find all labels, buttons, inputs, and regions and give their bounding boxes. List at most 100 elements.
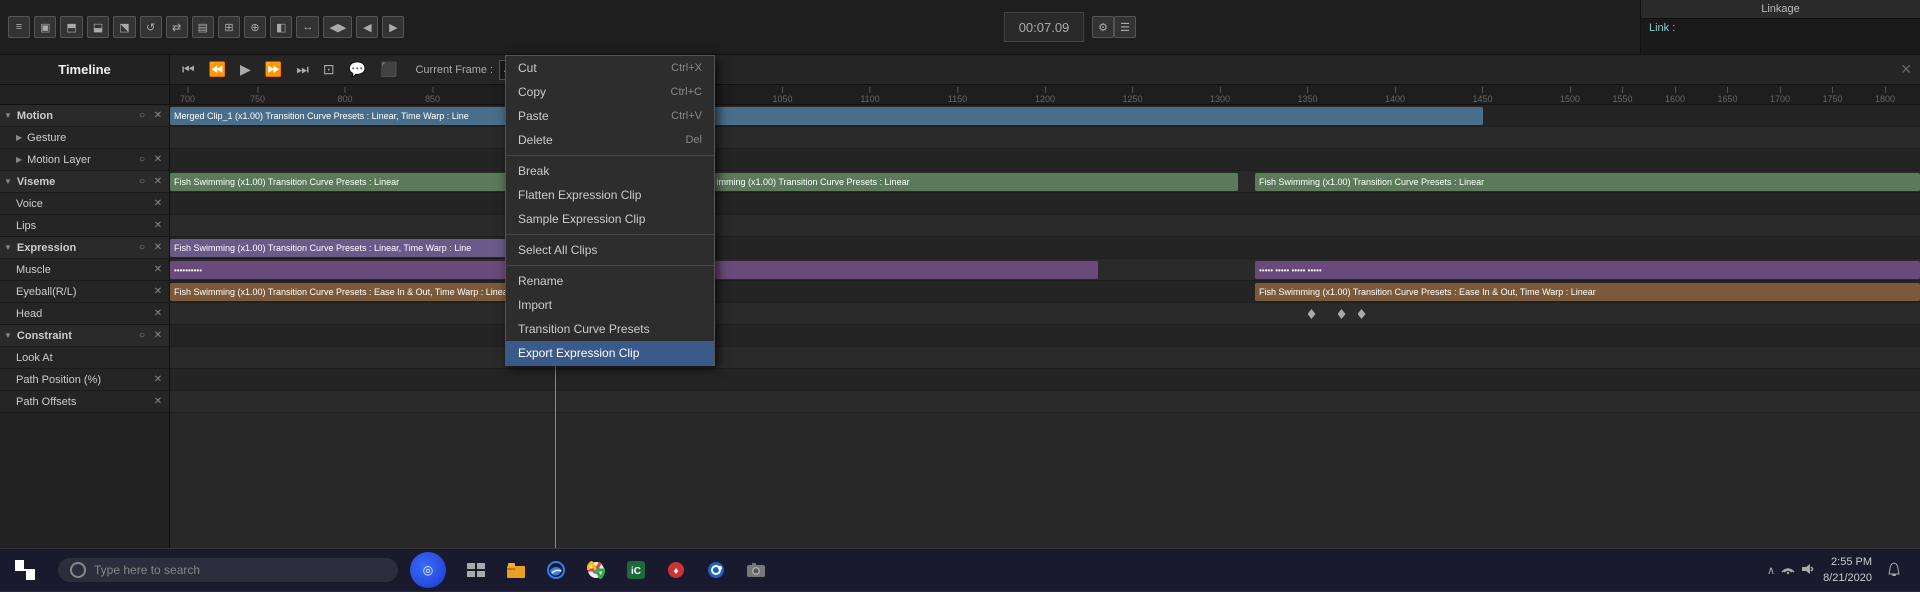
expand-tray-btn[interactable]: ∧ bbox=[1767, 564, 1775, 577]
track-timeline-look-at[interactable] bbox=[170, 347, 1920, 369]
motion-del-btn[interactable]: ✕ bbox=[151, 109, 165, 123]
constraint-del-btn[interactable]: ✕ bbox=[151, 329, 165, 343]
notes-btn[interactable]: ☰ bbox=[1114, 16, 1136, 38]
toolbar-btn-lines[interactable]: ▤ bbox=[192, 16, 214, 38]
voice-del-btn[interactable]: ✕ bbox=[151, 197, 165, 211]
ctx-flatten[interactable]: Flatten Expression Clip bbox=[506, 183, 714, 207]
track-timeline-constraint[interactable] bbox=[170, 325, 1920, 347]
ctx-rename[interactable]: Rename bbox=[506, 269, 714, 293]
ctx-paste[interactable]: Paste Ctrl+V bbox=[506, 104, 714, 128]
track-timeline-voice[interactable] bbox=[170, 193, 1920, 215]
notification-button[interactable] bbox=[1880, 556, 1908, 584]
play-btn[interactable]: ▶ bbox=[236, 59, 255, 80]
ruler-mark-1400: 1400 bbox=[1385, 87, 1405, 104]
speech-btn[interactable]: 💬 bbox=[345, 59, 370, 80]
toolbar-btn-panel[interactable]: ◧ bbox=[270, 16, 292, 38]
toolbar-btn-grid[interactable]: ▣ bbox=[34, 16, 56, 38]
play-start-btn[interactable]: ⏮ bbox=[178, 59, 199, 80]
toolbar-btn-3[interactable]: ⬒ bbox=[60, 16, 82, 38]
toolbar-btn-5[interactable]: ⬔ bbox=[113, 16, 135, 38]
taskbar-app-blender[interactable] bbox=[698, 552, 734, 588]
ctx-select-all[interactable]: Select All Clips bbox=[506, 238, 714, 262]
expand-expression-arrow[interactable]: ▼ bbox=[4, 243, 12, 252]
track-timeline-viseme[interactable]: Fish Swimming (x1.00) Transition Curve P… bbox=[170, 171, 1920, 193]
toolbar-btn-undo[interactable]: ↺ bbox=[140, 16, 162, 38]
taskbar-app-extra[interactable]: ♦ bbox=[658, 552, 694, 588]
taskbar-search[interactable]: Type here to search bbox=[58, 558, 398, 582]
viseme-del-btn[interactable]: ✕ bbox=[151, 175, 165, 189]
ctx-copy[interactable]: Copy Ctrl+C bbox=[506, 80, 714, 104]
track-timeline-motion-layer[interactable] bbox=[170, 149, 1920, 171]
loop-btn[interactable]: ⊡ bbox=[319, 59, 339, 80]
lips-del-btn[interactable]: ✕ bbox=[151, 219, 165, 233]
ctx-transition[interactable]: Transition Curve Presets bbox=[506, 317, 714, 341]
expand-viseme-arrow[interactable]: ▼ bbox=[4, 177, 12, 186]
motion-vis-btn[interactable]: ○ bbox=[135, 109, 149, 123]
track-timeline-path-offsets[interactable] bbox=[170, 391, 1920, 413]
track-timeline-expression[interactable]: Fish Swimming (x1.00) Transition Curve P… bbox=[170, 237, 1920, 259]
expand-gesture-arrow[interactable]: ▶ bbox=[16, 133, 22, 142]
taskbar-app-chrome[interactable] bbox=[578, 552, 614, 588]
toolbar-btn-list[interactable]: ≡ bbox=[8, 16, 30, 38]
taskbar-app-edge[interactable] bbox=[538, 552, 574, 588]
motion-layer-vis-btn[interactable]: ○ bbox=[135, 153, 149, 167]
ctx-sample[interactable]: Sample Expression Clip bbox=[506, 207, 714, 231]
track-timeline-eyeball[interactable]: Fish Swimming (x1.00) Transition Curve P… bbox=[170, 281, 1920, 303]
taskbar-clock[interactable]: 2:55 PM 8/21/2020 bbox=[1823, 554, 1872, 587]
cortana-button[interactable]: ◎ bbox=[410, 552, 446, 588]
viseme-clip-3[interactable]: Fish Swimming (x1.00) Transition Curve P… bbox=[1255, 173, 1920, 191]
track-timeline-lips[interactable] bbox=[170, 215, 1920, 237]
motion-layer-del-btn[interactable]: ✕ bbox=[151, 153, 165, 167]
muscle-del-btn[interactable]: ✕ bbox=[151, 263, 165, 277]
taskbar-app-camera[interactable] bbox=[738, 552, 774, 588]
track-timeline-muscle[interactable]: •••••••••• ••••• ••••• ••••• ••••• •••••… bbox=[170, 259, 1920, 281]
muscle-clip-1[interactable]: •••••••••• bbox=[170, 261, 555, 279]
constraint-vis-btn[interactable]: ○ bbox=[135, 329, 149, 343]
track-timeline-path-position[interactable] bbox=[170, 369, 1920, 391]
toolbar-btn-prev-next[interactable]: ◀▶ bbox=[323, 16, 352, 38]
toolbar-btn-4[interactable]: ⬓ bbox=[87, 16, 109, 38]
prev-frame-btn[interactable]: ⏪ bbox=[205, 59, 230, 80]
track-timeline-head[interactable] bbox=[170, 303, 1920, 325]
ctx-cut[interactable]: Cut Ctrl+X bbox=[506, 56, 714, 80]
muscle-clip-3[interactable]: ••••• ••••• ••••• ••••• bbox=[1255, 261, 1920, 279]
ctx-export[interactable]: Export Expression Clip bbox=[506, 341, 714, 365]
path-position-del-btn[interactable]: ✕ bbox=[151, 373, 165, 387]
toolbar-btn-prev[interactable]: ◀ bbox=[356, 16, 378, 38]
taskbar-app-task-view[interactable] bbox=[458, 552, 494, 588]
expand-motion-arrow[interactable]: ▼ bbox=[4, 111, 12, 120]
expand-constraint-arrow[interactable]: ▼ bbox=[4, 331, 12, 340]
ctx-delete[interactable]: Delete Del bbox=[506, 128, 714, 152]
eyeball-del-btn[interactable]: ✕ bbox=[151, 285, 165, 299]
toolbar-btn-add[interactable]: ⊕ bbox=[244, 16, 266, 38]
timeline-label: Timeline bbox=[0, 55, 170, 84]
toolbar-btn-swap[interactable]: ⇄ bbox=[166, 16, 188, 38]
taskbar-app-file-explorer[interactable] bbox=[498, 552, 534, 588]
track-timeline-motion[interactable]: Merged Clip_1 (x1.00) Transition Curve P… bbox=[170, 105, 1920, 127]
play-end-btn[interactable]: ⏭ bbox=[292, 59, 313, 80]
track-muscle-label: Muscle bbox=[16, 264, 148, 276]
ctx-break[interactable]: Break bbox=[506, 159, 714, 183]
eyeball-clip-2[interactable]: Fish Swimming (x1.00) Transition Curve P… bbox=[1255, 283, 1920, 301]
motion-clip-1[interactable]: Merged Clip_1 (x1.00) Transition Curve P… bbox=[170, 107, 1483, 125]
settings-btn[interactable]: ⚙ bbox=[1092, 16, 1114, 38]
toolbar-btn-grid2[interactable]: ⊞ bbox=[218, 16, 240, 38]
toolbar-btn-next[interactable]: ▶ bbox=[382, 16, 404, 38]
next-frame-btn[interactable]: ⏩ bbox=[261, 59, 286, 80]
expression-vis-btn[interactable]: ○ bbox=[135, 241, 149, 255]
expression-clip-1[interactable]: Fish Swimming (x1.00) Transition Curve P… bbox=[170, 239, 555, 257]
viseme-clip-2[interactable]: imming (x1.00) Transition Curve Presets … bbox=[713, 173, 1238, 191]
taskbar-app-iclone[interactable]: iC bbox=[618, 552, 654, 588]
path-offsets-del-btn[interactable]: ✕ bbox=[151, 395, 165, 409]
eyeball-clip-1[interactable]: Fish Swimming (x1.00) Transition Curve P… bbox=[170, 283, 555, 301]
ctx-import[interactable]: Import bbox=[506, 293, 714, 317]
head-del-btn[interactable]: ✕ bbox=[151, 307, 165, 321]
record-btn[interactable]: ⬛ bbox=[376, 59, 401, 80]
timeline-close-btn[interactable]: ✕ bbox=[1900, 61, 1912, 78]
expand-motion-layer-arrow[interactable]: ▶ bbox=[16, 155, 22, 164]
toolbar-btn-expand[interactable]: ↔ bbox=[296, 16, 319, 38]
viseme-vis-btn[interactable]: ○ bbox=[135, 175, 149, 189]
start-button[interactable] bbox=[0, 549, 50, 592]
track-timeline-gesture[interactable] bbox=[170, 127, 1920, 149]
expression-del-btn[interactable]: ✕ bbox=[151, 241, 165, 255]
